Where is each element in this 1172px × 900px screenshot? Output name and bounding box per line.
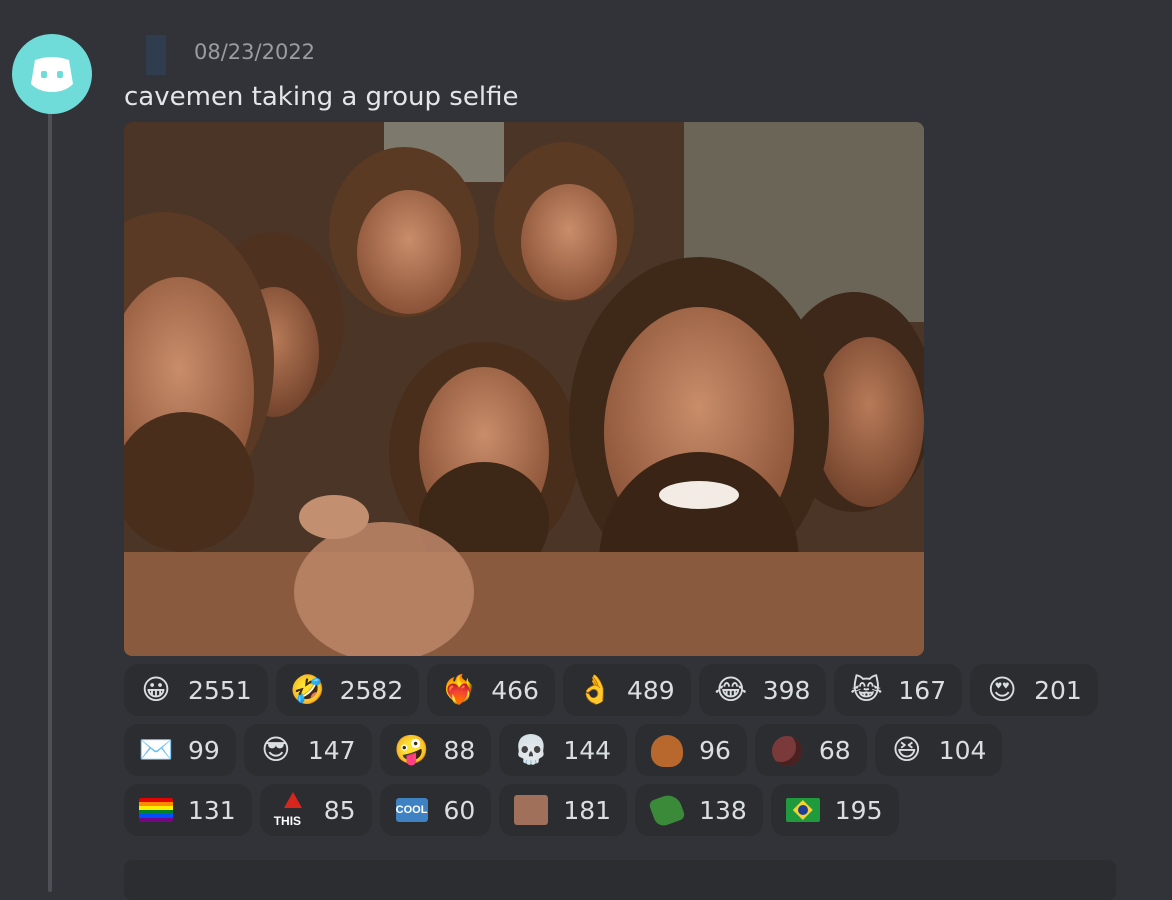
reaction-count: 104 [938,735,987,765]
reaction-heart-on-fire[interactable]: ❤️‍🔥 466 [427,664,555,716]
reaction-count: 131 [188,795,236,825]
envelope-icon: ✉️ [138,733,174,766]
reaction-heart-eyes[interactable]: 😍 201 [970,664,1098,716]
reaction-count: 466 [491,675,539,705]
reaction-pride-flag[interactable]: 131 [124,784,252,836]
reaction-count: 2551 [188,675,252,705]
reaction-face-sticker[interactable]: 181 [499,784,628,836]
tears-of-joy-icon: 😂 [714,673,748,706]
pride-flag-icon [139,798,173,822]
this-label: THIS [273,814,302,828]
heart-on-fire-icon: ❤️‍🔥 [441,673,477,706]
grinning-face-icon: 😀 [141,673,171,706]
selfie-image [124,122,924,656]
reaction-sunglasses[interactable]: 😎 147 [243,724,372,776]
reaction-grinning[interactable]: 😀 2551 [124,664,268,716]
message-text: cavemen taking a group selfie [124,82,519,112]
rolling-laughing-icon: 🤣 [290,673,326,706]
reaction-count: 201 [1034,675,1082,705]
reaction-this[interactable]: THIS 85 [259,784,372,836]
reaction-orangutan[interactable]: 96 [635,724,747,776]
reaction-green-blob[interactable]: 138 [635,784,763,836]
reaction-count: 2582 [339,675,404,705]
reaction-rofl[interactable]: 🤣 2582 [275,664,420,716]
laughing-squint-icon: 😆 [892,733,922,766]
message-timestamp: 08/23/2022 [194,40,316,64]
image-attachment[interactable] [124,122,924,656]
reaction-skull[interactable]: 💀 144 [499,724,628,776]
cat-tears-of-joy-icon: 😹 [850,673,883,706]
reactions-bar: 😀 2551 🤣 2582 ❤️‍🔥 466 👌 489 😂 398 😹 167… [124,664,1134,836]
reaction-cool[interactable]: COOL 60 [379,784,492,836]
reaction-dark-blob[interactable]: 68 [754,724,867,776]
reaction-count: 138 [699,795,747,825]
green-blob-custom-icon [648,791,686,829]
orangutan-custom-icon [651,735,684,767]
username-redacted [146,35,166,75]
reaction-count: 144 [563,735,612,765]
reaction-count: 68 [818,735,851,765]
reaction-count: 99 [188,735,220,765]
reaction-count: 167 [898,675,947,705]
reaction-count: 85 [323,795,356,825]
avatar[interactable] [12,34,92,114]
discord-bot-icon [31,57,73,92]
dark-blob-custom-icon [771,736,802,766]
reaction-count: 398 [762,675,811,705]
face-sticker-custom-icon [514,795,549,825]
ok-hand-icon: 👌 [577,673,613,706]
this-arrow-custom-icon: THIS [274,792,310,828]
reaction-envelope[interactable]: ✉️ 99 [124,724,236,776]
reaction-joy[interactable]: 😂 398 [698,664,827,716]
cool-badge-icon: COOL [395,798,428,822]
skull-icon: 💀 [513,733,549,766]
heart-eyes-icon: 😍 [987,673,1017,706]
reaction-count: 489 [626,675,675,705]
reaction-count: 96 [699,735,731,765]
reaction-count: 88 [443,735,476,765]
reaction-ok-hand[interactable]: 👌 489 [562,664,691,716]
reaction-zany[interactable]: 🤪 88 [379,724,492,776]
reaction-count: 195 [834,795,883,825]
reaction-count: 181 [563,795,612,825]
reaction-count: 147 [307,735,356,765]
reaction-brazil[interactable]: 195 [770,784,899,836]
reaction-laughing[interactable]: 😆 104 [874,724,1003,776]
reaction-count: 60 [443,795,476,825]
reaction-cat-joy[interactable]: 😹 167 [834,664,963,716]
sunglasses-face-icon: 😎 [261,733,291,766]
zany-face-icon: 🤪 [394,733,429,766]
thread-line [48,112,52,892]
next-embed-panel [124,860,1116,900]
brazil-flag-icon [785,798,820,822]
